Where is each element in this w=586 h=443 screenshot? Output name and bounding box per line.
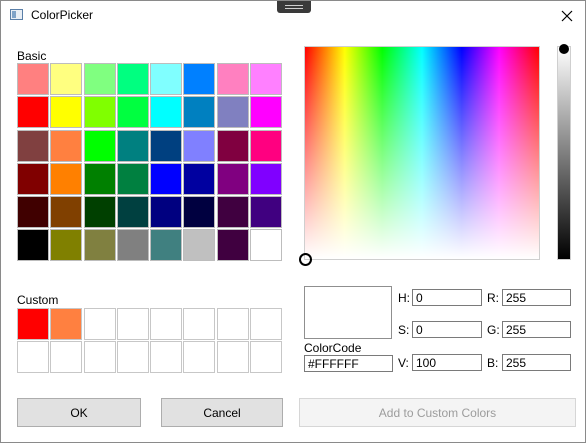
basic-color-swatch[interactable]	[183, 129, 216, 162]
basic-color-swatch[interactable]	[116, 196, 149, 229]
basic-color-swatch[interactable]	[150, 196, 183, 229]
lightness-slider-handle[interactable]	[559, 44, 569, 54]
spectrum-picker-handle[interactable]	[299, 253, 312, 266]
basic-color-swatch[interactable]	[183, 196, 216, 229]
basic-color-swatch[interactable]	[50, 96, 83, 129]
basic-color-swatch[interactable]	[183, 229, 216, 262]
custom-color-swatch[interactable]	[116, 341, 149, 374]
basic-color-swatch[interactable]	[150, 96, 183, 129]
colorcode-label: ColorCode	[304, 341, 362, 355]
basic-color-swatch[interactable]	[250, 96, 283, 129]
custom-colors-grid	[17, 308, 283, 374]
hue-input[interactable]	[412, 289, 482, 306]
colorcode-input[interactable]	[304, 355, 393, 372]
basic-color-swatch[interactable]	[17, 96, 49, 129]
custom-color-swatch[interactable]	[250, 308, 283, 340]
basic-color-swatch[interactable]	[83, 129, 116, 162]
custom-color-swatch[interactable]	[216, 341, 249, 374]
green-input[interactable]	[502, 321, 571, 338]
close-button[interactable]	[549, 3, 585, 29]
basic-colors-grid	[17, 63, 283, 262]
blue-input[interactable]	[502, 354, 571, 371]
window-title: ColorPicker	[31, 8, 94, 22]
green-label: G:	[487, 323, 500, 337]
lightness-slider[interactable]	[557, 46, 571, 260]
color-picker-window: ColorPicker Basic Custom ColorCode H: S:…	[0, 0, 586, 443]
saturation-label: S:	[398, 323, 410, 337]
basic-color-swatch[interactable]	[216, 63, 249, 95]
basic-color-swatch[interactable]	[183, 96, 216, 129]
basic-color-swatch[interactable]	[50, 63, 83, 95]
hue-saturation-spectrum[interactable]	[304, 46, 540, 260]
basic-color-swatch[interactable]	[50, 162, 83, 195]
basic-color-swatch[interactable]	[116, 96, 149, 129]
custom-color-swatch[interactable]	[17, 341, 49, 374]
basic-color-swatch[interactable]	[183, 63, 216, 95]
basic-color-swatch[interactable]	[250, 229, 283, 262]
title-bar[interactable]: ColorPicker	[1, 1, 586, 31]
hue-label: H:	[398, 291, 410, 305]
custom-color-swatch[interactable]	[150, 308, 183, 340]
basic-color-swatch[interactable]	[83, 96, 116, 129]
basic-color-swatch[interactable]	[83, 162, 116, 195]
custom-color-swatch[interactable]	[183, 341, 216, 374]
custom-color-swatch[interactable]	[183, 308, 216, 340]
basic-color-swatch[interactable]	[116, 63, 149, 95]
custom-color-swatch[interactable]	[216, 308, 249, 340]
custom-color-swatch[interactable]	[116, 308, 149, 340]
basic-color-swatch[interactable]	[216, 129, 249, 162]
close-icon	[561, 10, 573, 22]
basic-color-swatch[interactable]	[216, 162, 249, 195]
basic-color-swatch[interactable]	[50, 229, 83, 262]
basic-color-swatch[interactable]	[150, 162, 183, 195]
saturation-input[interactable]	[412, 321, 482, 338]
basic-color-swatch[interactable]	[183, 162, 216, 195]
basic-color-swatch[interactable]	[250, 162, 283, 195]
custom-colors-label: Custom	[17, 293, 59, 307]
custom-color-swatch[interactable]	[50, 341, 83, 374]
color-preview	[304, 286, 392, 339]
basic-color-swatch[interactable]	[250, 196, 283, 229]
custom-color-swatch[interactable]	[150, 341, 183, 374]
basic-color-swatch[interactable]	[216, 96, 249, 129]
basic-color-swatch[interactable]	[50, 196, 83, 229]
basic-color-swatch[interactable]	[116, 162, 149, 195]
red-input[interactable]	[502, 289, 571, 306]
custom-color-swatch[interactable]	[83, 341, 116, 374]
basic-color-swatch[interactable]	[83, 63, 116, 95]
basic-color-swatch[interactable]	[150, 63, 183, 95]
basic-color-swatch[interactable]	[83, 229, 116, 262]
basic-color-swatch[interactable]	[216, 229, 249, 262]
basic-color-swatch[interactable]	[216, 196, 249, 229]
basic-color-swatch[interactable]	[17, 63, 49, 95]
ok-button[interactable]: OK	[17, 398, 141, 427]
basic-color-swatch[interactable]	[17, 162, 49, 195]
basic-color-swatch[interactable]	[116, 129, 149, 162]
blue-label: B:	[487, 356, 499, 370]
app-window-icon	[10, 9, 23, 20]
red-label: R:	[487, 291, 499, 305]
custom-color-swatch[interactable]	[50, 308, 83, 340]
custom-color-swatch[interactable]	[83, 308, 116, 340]
cancel-button[interactable]: Cancel	[161, 398, 283, 427]
basic-color-swatch[interactable]	[17, 196, 49, 229]
basic-color-swatch[interactable]	[50, 129, 83, 162]
value-input[interactable]	[412, 354, 482, 371]
value-label: V:	[398, 356, 409, 370]
basic-color-swatch[interactable]	[83, 196, 116, 229]
add-to-custom-colors-button[interactable]: Add to Custom Colors	[299, 398, 576, 427]
basic-color-swatch[interactable]	[150, 129, 183, 162]
basic-color-swatch[interactable]	[250, 129, 283, 162]
basic-color-swatch[interactable]	[150, 229, 183, 262]
basic-color-swatch[interactable]	[116, 229, 149, 262]
custom-color-swatch[interactable]	[17, 308, 49, 340]
basic-color-swatch[interactable]	[17, 129, 49, 162]
basic-color-swatch[interactable]	[250, 63, 283, 95]
basic-colors-label: Basic	[17, 49, 47, 63]
custom-color-swatch[interactable]	[250, 341, 283, 374]
basic-color-swatch[interactable]	[17, 229, 49, 262]
